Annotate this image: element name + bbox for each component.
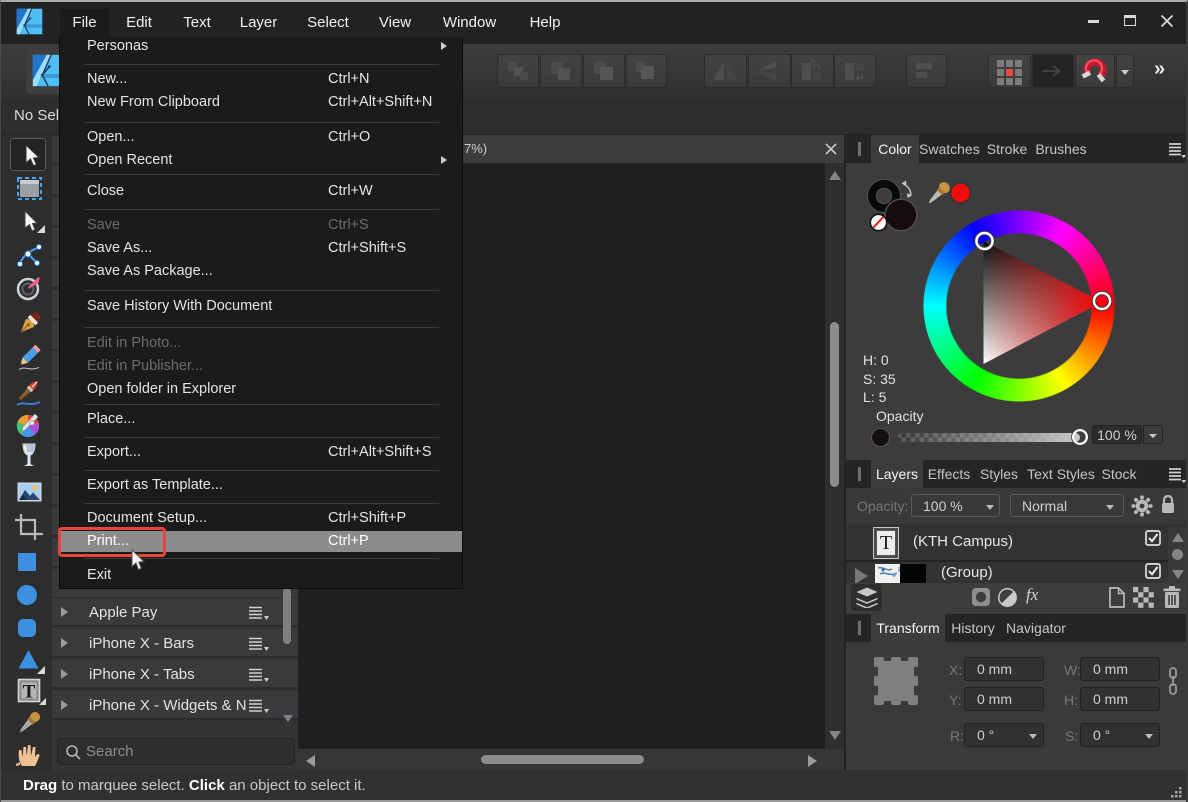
svg-text:T: T: [23, 682, 36, 703]
